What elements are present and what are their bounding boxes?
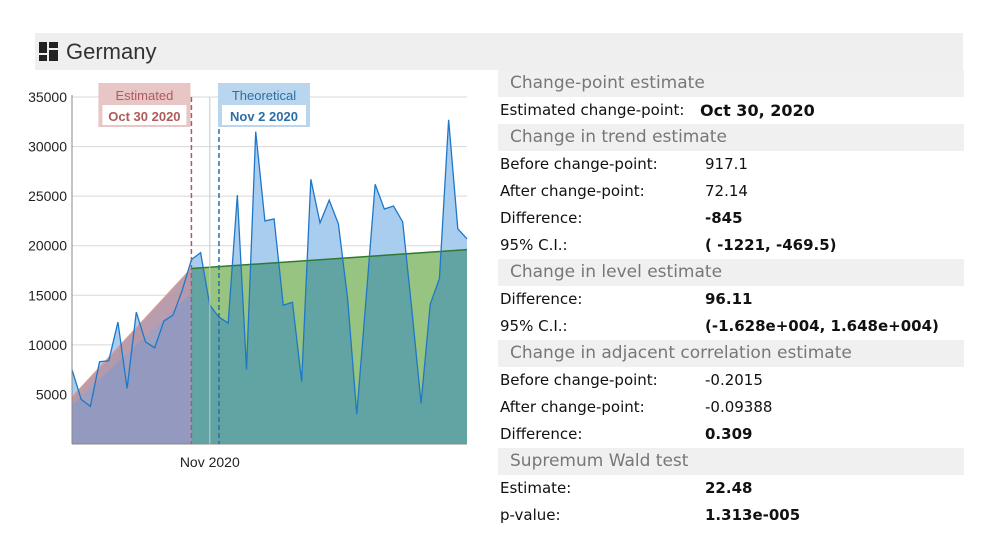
section-header: Change in trend estimate	[498, 124, 964, 151]
y-tick-label: 30000	[28, 139, 67, 155]
stat-row: 95% C.I.: ( -1221, -469.5)	[498, 232, 964, 259]
section-header: Change-point estimate	[498, 70, 964, 97]
page-title: Germany	[66, 39, 157, 64]
stat-value: 0.309	[705, 425, 753, 443]
stat-row: Difference: 96.11	[498, 286, 964, 313]
change-point-chart: 5000 10000 15000 20000 25000 30000 35000 Nov 20…	[28, 83, 468, 470]
stat-row: Difference: -845	[498, 205, 964, 232]
stat-label: Before change-point:	[500, 155, 658, 173]
stat-row: After change-point: 72.14	[498, 178, 964, 205]
stat-value: 22.48	[705, 479, 753, 497]
stat-row: 95% C.I.: (-1.628e+004, 1.648e+004)	[498, 313, 964, 340]
y-tick-label: 10000	[28, 337, 67, 353]
y-tick-label: 15000	[28, 287, 67, 303]
stat-value: ( -1221, -469.5)	[705, 236, 837, 254]
stat-value: -0.09388	[705, 398, 773, 416]
stat-value: 96.11	[705, 290, 753, 308]
stat-label: Difference:	[500, 209, 583, 227]
stat-row: Before change-point: -0.2015	[498, 367, 964, 394]
x-tick-label: Nov 2020	[180, 454, 240, 470]
y-tick-label: 5000	[36, 386, 67, 402]
stat-row: After change-point: -0.09388	[498, 394, 964, 421]
stat-row: Difference: 0.309	[498, 421, 964, 448]
page-header: Germany	[35, 33, 963, 70]
stat-label: After change-point:	[500, 182, 645, 200]
stat-label: Estimate:	[500, 479, 572, 497]
stat-label: Difference:	[500, 290, 583, 308]
stat-row: Estimated change-point: Oct 30, 2020	[498, 97, 964, 124]
estimated-marker-title: Estimated	[116, 88, 174, 103]
stat-value: 917.1	[705, 155, 748, 173]
stat-value: 72.14	[705, 182, 748, 200]
estimated-marker-date: Oct 30 2020	[108, 109, 180, 124]
section-header: Supremum Wald test	[498, 448, 964, 475]
stat-row: p-value: 1.313e-005	[498, 502, 964, 529]
stat-value: (-1.628e+004, 1.648e+004)	[705, 317, 939, 335]
section-header: Change in adjacent correlation estimate	[498, 340, 964, 367]
section-header: Change in level estimate	[498, 259, 964, 286]
stat-value: 1.313e-005	[705, 506, 801, 524]
stat-value: Oct 30, 2020	[700, 101, 815, 120]
stat-value: -845	[705, 209, 743, 227]
stat-row: Before change-point: 917.1	[498, 151, 964, 178]
stat-label: Estimated change-point:	[500, 101, 685, 119]
stat-label: p-value:	[500, 506, 561, 524]
stats-panel: Change-point estimate Estimated change-po…	[498, 70, 964, 529]
y-tick-label: 20000	[28, 238, 67, 254]
theoretical-marker-title: Theoretical	[232, 88, 296, 103]
stat-label: Before change-point:	[500, 371, 658, 389]
stat-label: Difference:	[500, 425, 583, 443]
y-tick-label: 35000	[28, 89, 67, 105]
stat-label: After change-point:	[500, 398, 645, 416]
stat-value: -0.2015	[705, 371, 763, 389]
stat-label: 95% C.I.:	[500, 317, 568, 335]
stat-label: 95% C.I.:	[500, 236, 568, 254]
y-tick-label: 25000	[28, 188, 67, 204]
theoretical-marker-date: Nov 2 2020	[230, 109, 298, 124]
stat-row: Estimate: 22.48	[498, 475, 964, 502]
dashboard-icon	[39, 42, 58, 61]
